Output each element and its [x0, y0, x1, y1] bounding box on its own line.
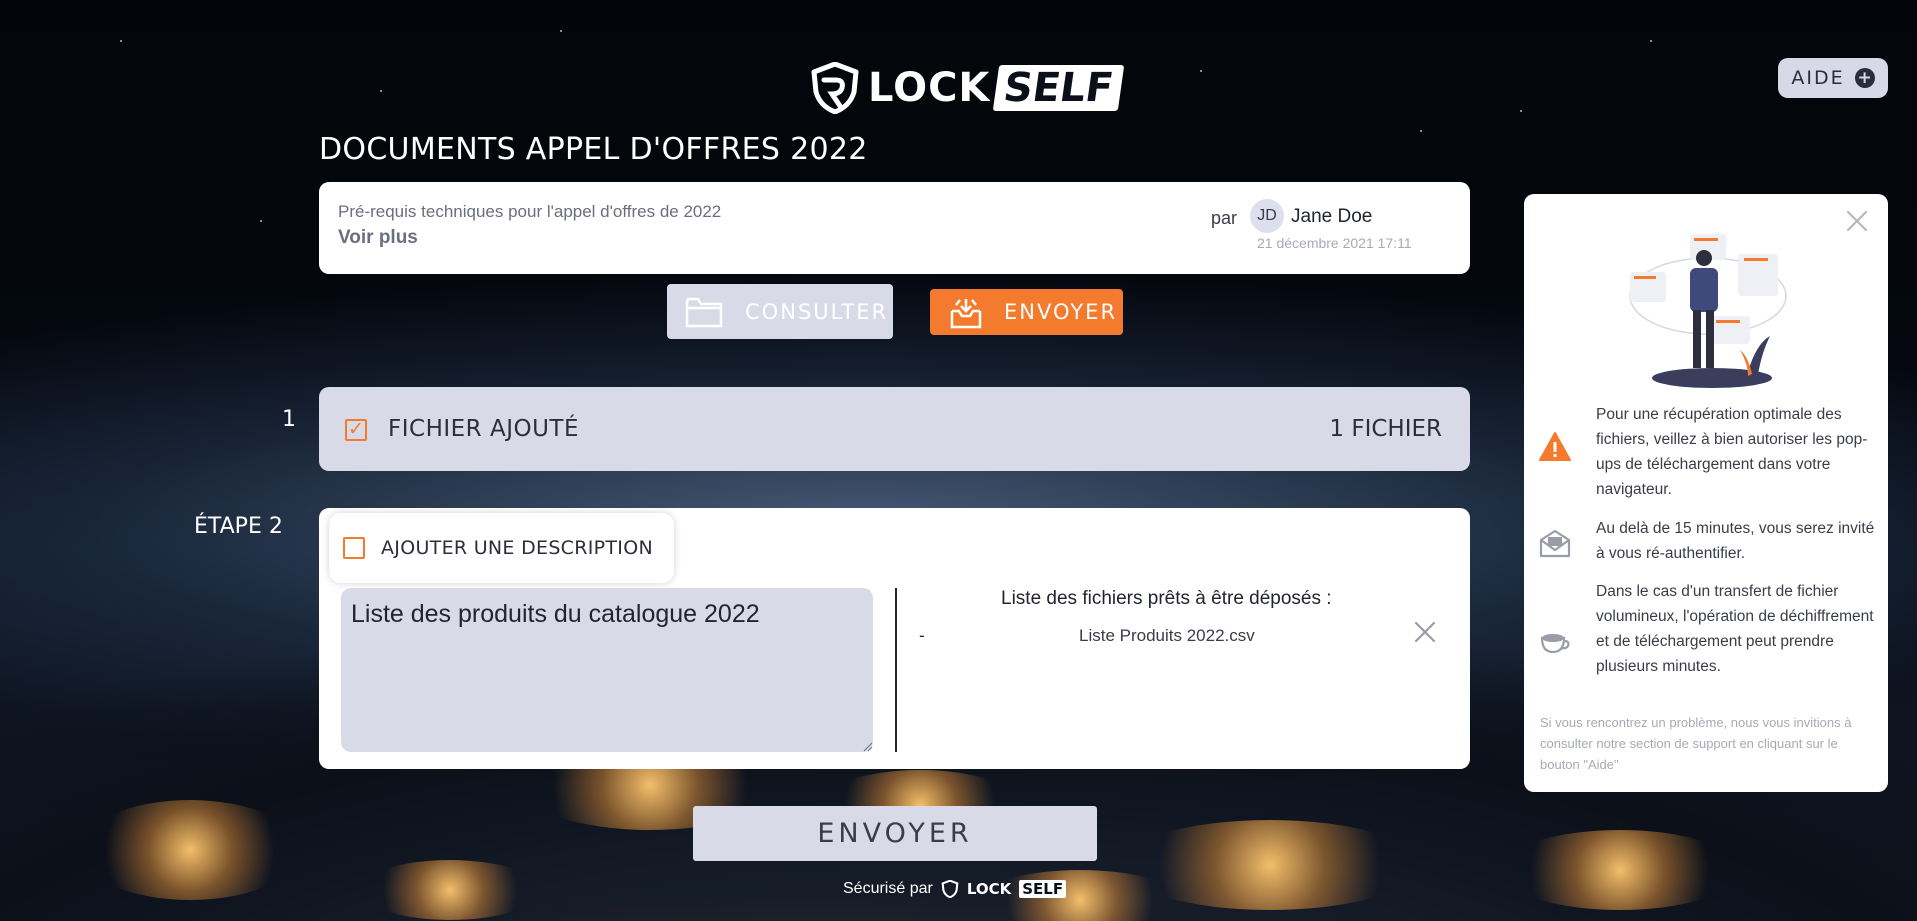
help-side-panel: Pour une récupération optimale des fichi… [1524, 194, 1888, 792]
author-name: Jane Doe [1291, 206, 1373, 227]
file-count: 1 FICHIER [1329, 416, 1442, 442]
step-1-checkbox: ✓ [345, 419, 367, 441]
send-label: ENVOYER [1004, 300, 1118, 324]
tip-popups: Pour une récupération optimale des fichi… [1596, 406, 1868, 498]
by-label: par [1211, 208, 1238, 228]
page-title: DOCUMENTS APPEL D'OFFRES 2022 [319, 132, 868, 167]
file-bullet: - [919, 626, 925, 645]
logo-lock-text: LOCK [868, 65, 991, 111]
tip-reauth: Au delà de 15 minutes, vous serez invité… [1596, 520, 1875, 562]
footer-logo-lock: LOCK [966, 880, 1012, 898]
description-textarea[interactable]: Liste des produits du catalogue 2022 [341, 588, 873, 752]
files-list-title: Liste des fichiers prêts à être déposés … [1001, 588, 1332, 609]
submit-button[interactable]: ENVOYER [693, 806, 1097, 861]
consult-label: CONSULTER [745, 299, 889, 324]
resize-handle-icon[interactable] [863, 742, 873, 752]
close-icon[interactable] [1844, 208, 1870, 234]
add-description-checkbox[interactable] [343, 537, 365, 559]
plus-icon: + [1854, 68, 1875, 88]
vertical-divider [895, 588, 897, 752]
envelope-icon [1539, 529, 1571, 558]
secured-by-footer: Sécurisé par LOCK SELF [843, 880, 1067, 898]
folder-icon [685, 297, 723, 327]
help-button[interactable]: AIDE + [1778, 58, 1888, 98]
warning-icon [1539, 432, 1571, 461]
logo-self-text: SELF [993, 65, 1125, 111]
add-description-toggle[interactable]: AJOUTER UNE DESCRIPTION [329, 513, 674, 583]
shield-logo-icon [811, 62, 859, 114]
step-1-number: 1 [282, 407, 296, 432]
tip-large-transfer: Dans le cas d'un transfert de fichier vo… [1596, 583, 1874, 675]
transfer-description: Pré-requis techniques pour l'appel d'off… [338, 202, 722, 221]
help-label: AIDE [1791, 67, 1845, 89]
avatar: JD [1250, 199, 1284, 233]
transfer-info-card: Pré-requis techniques pour l'appel d'off… [319, 182, 1470, 274]
consult-mode-button[interactable]: CONSULTER [667, 284, 893, 339]
step-2-panel: AJOUTER UNE DESCRIPTION Liste des produi… [319, 508, 1470, 769]
person-documents-illustration [1629, 234, 1787, 388]
remove-file-icon[interactable] [1411, 618, 1439, 646]
step-1-label: FICHIER AJOUTÉ [388, 416, 580, 442]
shield-logo-icon [941, 880, 959, 898]
transfer-date: 21 décembre 2021 17:11 [1257, 235, 1412, 251]
coffee-cup-icon [1540, 634, 1570, 654]
secured-by-label: Sécurisé par [843, 880, 933, 897]
support-note: Si vous rencontrez un problème, nous vou… [1540, 715, 1852, 772]
footer-logo-self: SELF [1019, 880, 1067, 898]
lockself-logo: LOCK SELF [810, 62, 1125, 114]
file-name: Liste Produits 2022.csv [1079, 626, 1255, 645]
add-description-label: AJOUTER UNE DESCRIPTION [381, 537, 653, 559]
step-1-files-added: ✓ FICHIER AJOUTÉ 1 FICHIER [319, 387, 1470, 471]
send-mode-button[interactable]: ENVOYER [930, 289, 1123, 335]
inbox-upload-icon [950, 299, 982, 329]
step-2-number: ÉTAPE 2 [194, 514, 283, 539]
see-more-link[interactable]: Voir plus [338, 227, 418, 249]
